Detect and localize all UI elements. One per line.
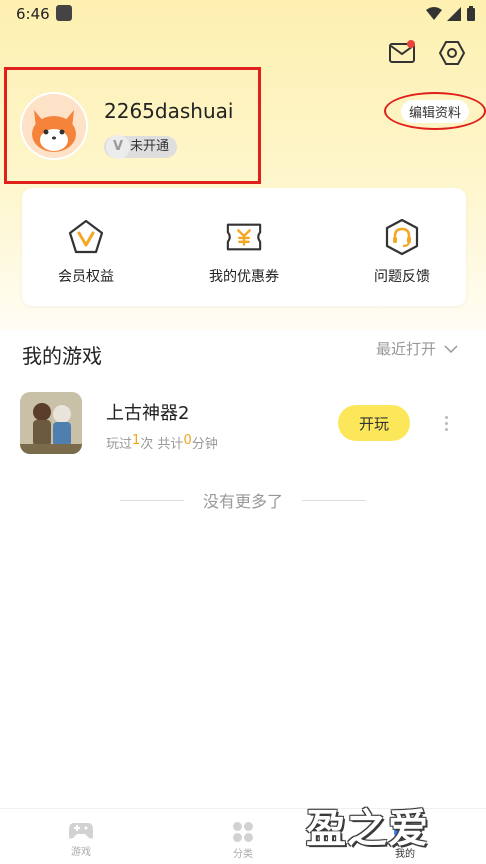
message-button[interactable] <box>387 38 417 68</box>
list-end-indicator: 没有更多了 <box>120 488 366 512</box>
stats-suffix: 分钟 <box>191 437 218 452</box>
edit-profile-label: 编辑资料 <box>400 99 469 123</box>
sort-label: 最近打开 <box>376 340 437 358</box>
battery-icon <box>467 6 475 21</box>
username: 2265dashuai <box>104 99 234 123</box>
quick-action-vip-benefits[interactable]: 会员权益 <box>26 218 146 286</box>
sort-dropdown[interactable]: 最近打开 <box>376 338 458 359</box>
avatar[interactable] <box>20 92 88 160</box>
quick-action-label: 问题反馈 <box>374 269 430 285</box>
game-thumbnail[interactable] <box>20 392 82 454</box>
settings-button[interactable] <box>437 38 467 68</box>
game-list-item[interactable]: 上古神器2 玩过 1 次 共计 0 分钟 开玩 <box>0 388 486 458</box>
watermark: 盈之爱 <box>306 805 429 852</box>
notification-app-icon <box>56 5 72 21</box>
quick-action-coupons[interactable]: 我的优惠券 <box>184 218 304 286</box>
quick-action-feedback[interactable]: 问题反馈 <box>342 218 462 286</box>
vip-status-label: 未开通 <box>130 139 170 154</box>
unread-dot <box>407 40 415 48</box>
vip-v-icon: V <box>106 135 130 159</box>
game-name: 上古神器2 <box>106 403 190 424</box>
stats-mid: 次 共计 <box>140 437 184 452</box>
play-button[interactable]: 开玩 <box>338 405 410 441</box>
game-play-stats: 玩过 1 次 共计 0 分钟 <box>106 433 218 452</box>
fox-avatar-icon <box>22 94 86 158</box>
nav-item-games[interactable]: 游戏 <box>51 821 111 858</box>
my-games-title: 我的游戏 <box>22 344 102 368</box>
edit-profile-button[interactable]: 编辑资料 <box>384 92 486 130</box>
no-more-text: 没有更多了 <box>202 492 283 511</box>
divider <box>301 499 366 501</box>
settings-hexagon-icon <box>439 41 465 65</box>
headset-icon <box>385 218 419 256</box>
nav-label: 游戏 <box>71 847 91 858</box>
nav-item-category[interactable]: 分类 <box>213 821 273 860</box>
quick-action-label: 会员权益 <box>58 269 114 285</box>
status-time: 6:46 <box>16 5 50 23</box>
more-options-icon[interactable] <box>440 416 452 432</box>
status-bar: 6:46 <box>0 0 486 30</box>
chevron-down-icon <box>444 344 458 353</box>
gamepad-icon <box>69 823 93 839</box>
wifi-icon <box>426 6 442 20</box>
signal-icon <box>447 6 461 21</box>
vip-status-badge[interactable]: V 未开通 <box>104 135 178 159</box>
status-icons <box>426 6 476 21</box>
play-minutes: 0 <box>183 433 192 448</box>
vip-pentagon-icon <box>68 219 104 254</box>
game-characters-icon <box>20 392 82 454</box>
quick-action-label: 我的优惠券 <box>209 269 279 285</box>
stats-prefix: 玩过 <box>106 437 133 452</box>
nav-label: 分类 <box>233 849 253 860</box>
category-grid-icon <box>233 822 253 842</box>
quick-actions-card: 会员权益 我的优惠券 问题反馈 <box>22 188 466 306</box>
divider <box>120 499 184 501</box>
coupon-icon <box>226 223 262 251</box>
play-count: 1 <box>132 433 141 448</box>
